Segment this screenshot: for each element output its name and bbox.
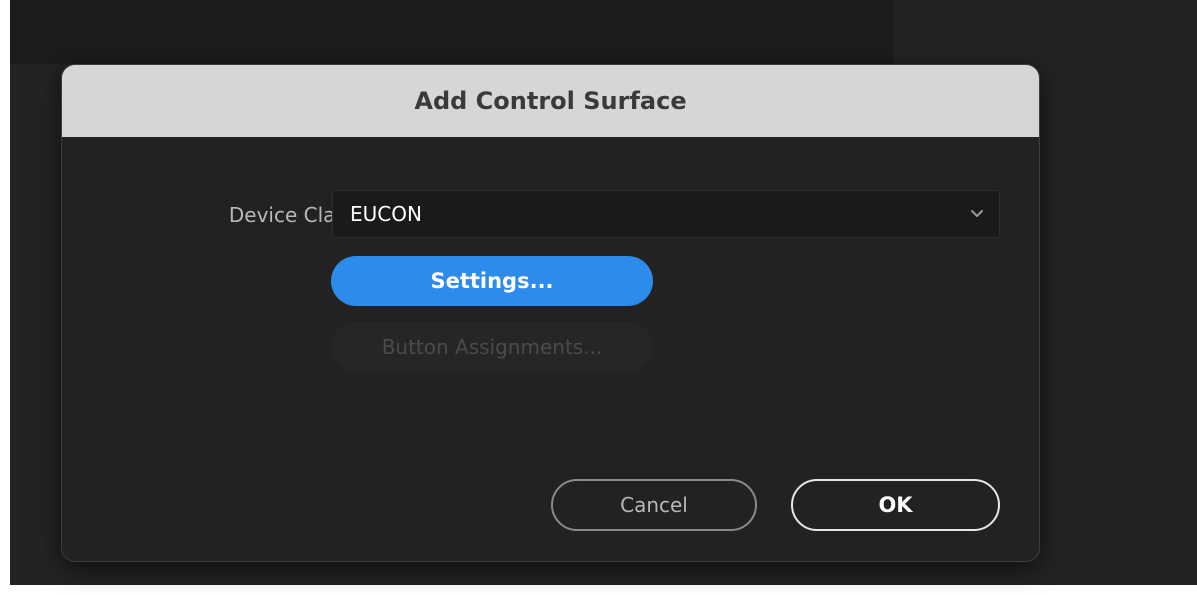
add-control-surface-dialog: Add Control Surface Device Class: EUCON … <box>61 64 1040 562</box>
background-panel-top <box>0 0 893 64</box>
chevron-down-icon <box>971 210 983 217</box>
device-class-select[interactable]: EUCON <box>332 190 1000 238</box>
cancel-button[interactable]: Cancel <box>551 479 757 531</box>
background-edge-bottom <box>0 585 1197 595</box>
device-class-selected-value: EUCON <box>350 202 422 226</box>
background-edge-left <box>0 0 10 595</box>
dialog-title: Add Control Surface <box>414 87 687 115</box>
ok-button[interactable]: OK <box>791 479 1000 531</box>
button-assignments-button: Button Assignments... <box>331 322 653 372</box>
dialog-titlebar[interactable]: Add Control Surface <box>62 65 1039 137</box>
settings-button[interactable]: Settings... <box>331 256 653 306</box>
